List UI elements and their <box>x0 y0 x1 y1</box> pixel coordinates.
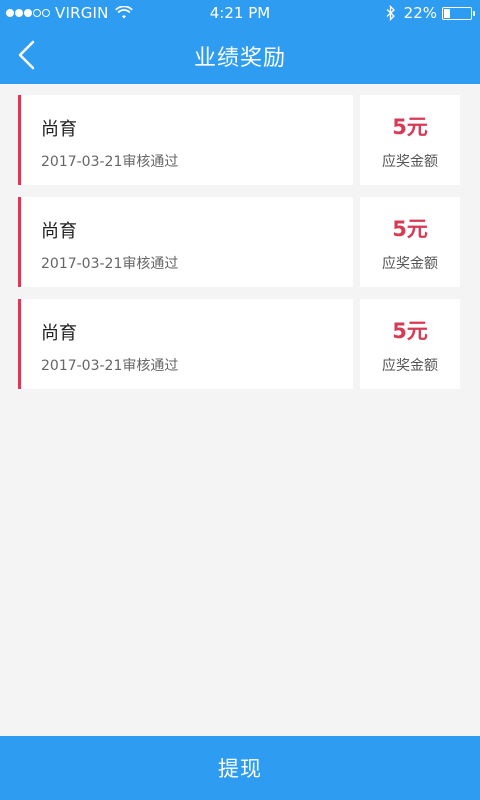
reward-date: 2017-03-21审核通过 <box>41 256 179 272</box>
bluetooth-icon <box>386 5 395 21</box>
reward-date: 2017-03-21审核通过 <box>41 154 179 170</box>
reward-amount: 5元 <box>392 115 428 139</box>
reward-info: 尚育 2017-03-21审核通过 <box>18 95 353 185</box>
withdraw-button[interactable]: 提现 <box>0 736 480 800</box>
reward-amount: 5元 <box>392 319 428 343</box>
reward-amount-box: 5元 应奖金额 <box>360 299 460 389</box>
reward-name: 尚育 <box>41 221 77 242</box>
reward-amount-label: 应奖金额 <box>382 358 438 374</box>
reward-list: 尚育 2017-03-21审核通过 5元 应奖金额 尚育 2017-03-21审… <box>18 91 460 401</box>
reward-amount-box: 5元 应奖金额 <box>360 95 460 185</box>
battery-percent: 22% <box>403 4 437 22</box>
reward-amount-box: 5元 应奖金额 <box>360 197 460 287</box>
reward-amount-label: 应奖金额 <box>382 256 438 272</box>
reward-date: 2017-03-21审核通过 <box>41 358 179 374</box>
reward-card[interactable]: 尚育 2017-03-21审核通过 5元 应奖金额 <box>18 193 460 291</box>
reward-info: 尚育 2017-03-21审核通过 <box>18 299 353 389</box>
reward-card[interactable]: 尚育 2017-03-21审核通过 5元 应奖金额 <box>18 91 460 189</box>
reward-info: 尚育 2017-03-21审核通过 <box>18 197 353 287</box>
reward-name: 尚育 <box>41 323 77 344</box>
reward-amount: 5元 <box>392 217 428 241</box>
reward-name: 尚育 <box>41 119 77 140</box>
battery-icon <box>442 6 475 20</box>
reward-card[interactable]: 尚育 2017-03-21审核通过 5元 应奖金额 <box>18 295 460 393</box>
status-right: 22% <box>386 4 475 22</box>
status-bar: VIRGIN 4:21 PM 22% <box>0 0 480 26</box>
nav-bar: 业绩奖励 <box>0 26 480 84</box>
page-title: 业绩奖励 <box>193 46 286 71</box>
reward-amount-label: 应奖金额 <box>382 154 438 170</box>
